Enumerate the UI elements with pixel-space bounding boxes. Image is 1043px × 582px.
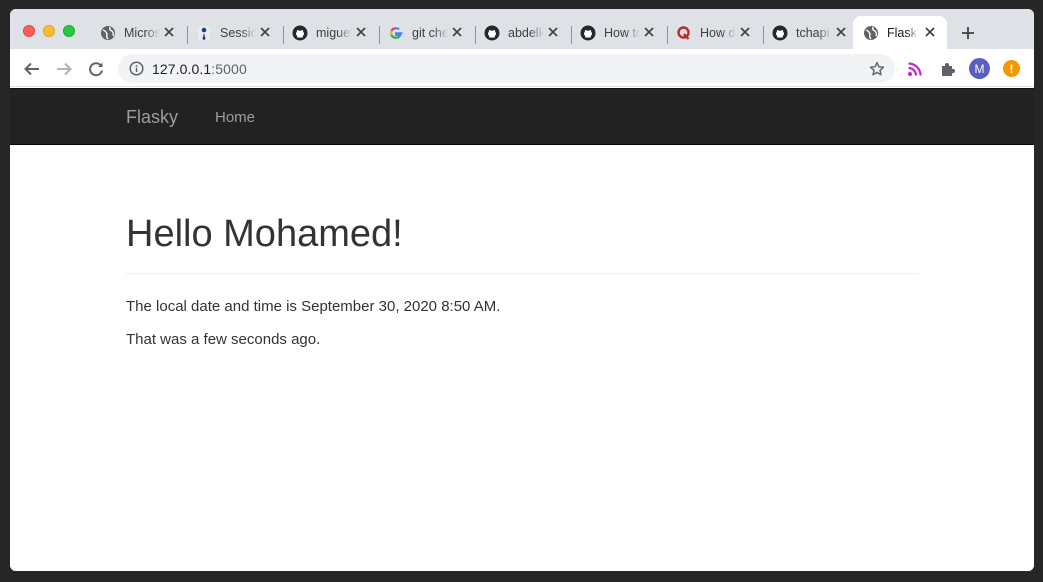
close-icon[interactable] — [258, 25, 272, 39]
browser-tab[interactable]: miguelgrinberg — [284, 16, 380, 49]
tab-title: Flasky — [887, 25, 919, 40]
close-icon[interactable] — [834, 25, 848, 39]
feed-extension-icon[interactable] — [906, 60, 924, 78]
github-icon — [484, 25, 500, 41]
close-icon[interactable] — [738, 25, 752, 39]
site-navbar: Flasky Home — [10, 88, 1034, 145]
new-tab-plus-icon[interactable] — [961, 26, 975, 40]
update-alert-icon[interactable]: ! — [1003, 60, 1020, 77]
extensions-puzzle-icon[interactable] — [939, 60, 957, 78]
site-info-icon[interactable] — [129, 61, 144, 76]
address-url: 127.0.0.1:5000 — [152, 61, 247, 77]
browser-tab[interactable]: Sessions — [188, 16, 284, 49]
agent-icon — [196, 25, 212, 41]
google-icon — [388, 25, 404, 41]
main-content: Hello Mohamed! The local date and time i… — [126, 145, 919, 350]
close-icon[interactable] — [162, 25, 176, 39]
browser-tab[interactable]: git checkout — [380, 16, 476, 49]
close-icon[interactable] — [642, 25, 656, 39]
divider — [126, 273, 919, 274]
back-arrow-icon[interactable] — [23, 60, 41, 78]
relative-time-text: That was a few seconds ago. — [126, 331, 321, 348]
close-icon[interactable] — [450, 25, 464, 39]
address-bar[interactable]: 127.0.0.1:5000 — [118, 54, 895, 83]
tab-title: Sessions — [220, 25, 256, 40]
reload-icon[interactable] — [87, 60, 105, 78]
browser-toolbar: 127.0.0.1:5000 M ! — [10, 49, 1034, 87]
page-title: Hello Mohamed! — [126, 213, 403, 255]
window-zoom-button[interactable] — [63, 25, 75, 37]
globe-icon — [863, 25, 879, 41]
tab-title: Microsoft — [124, 25, 160, 40]
page-viewport: Flasky Home Hello Mohamed! The local dat… — [10, 88, 1034, 571]
browser-tab-active[interactable]: Flasky — [853, 16, 947, 49]
nav-link-home[interactable]: Home — [215, 109, 255, 126]
tab-strip: Microsoft Sessions miguelgrinberg — [10, 9, 1034, 49]
bookmark-star-icon[interactable] — [869, 61, 885, 77]
tab-title: tchapi — [796, 25, 830, 40]
close-icon[interactable] — [354, 25, 368, 39]
github-icon — [292, 25, 308, 41]
globe-icon — [100, 25, 116, 41]
local-datetime-text: The local date and time is September 30,… — [126, 298, 501, 315]
window-close-button[interactable] — [23, 25, 35, 37]
close-icon[interactable] — [546, 25, 560, 39]
profile-avatar[interactable]: M — [969, 58, 990, 79]
browser-tab[interactable]: Microsoft — [92, 16, 188, 49]
tab-title: How to — [604, 25, 640, 40]
browser-tab[interactable]: abdelkader — [476, 16, 572, 49]
navbar-brand[interactable]: Flasky — [126, 107, 178, 128]
tab-title: git checkout — [412, 25, 448, 40]
quora-icon — [676, 25, 692, 41]
browser-tab[interactable]: tchapi — [764, 16, 860, 49]
github-icon — [772, 25, 788, 41]
github-icon — [580, 25, 596, 41]
tab-title: How do — [700, 25, 736, 40]
url-port: :5000 — [211, 61, 247, 77]
tab-title: abdelkader — [508, 25, 544, 40]
browser-tab[interactable]: How do — [668, 16, 764, 49]
url-host: 127.0.0.1 — [152, 61, 212, 77]
window-minimize-button[interactable] — [43, 25, 55, 37]
browser-window: Microsoft Sessions miguelgrinberg — [10, 9, 1034, 571]
browser-tab[interactable]: How to — [572, 16, 668, 49]
tab-title: miguelgrinberg — [316, 25, 352, 40]
close-icon[interactable] — [923, 25, 937, 39]
forward-arrow-icon[interactable] — [55, 60, 73, 78]
